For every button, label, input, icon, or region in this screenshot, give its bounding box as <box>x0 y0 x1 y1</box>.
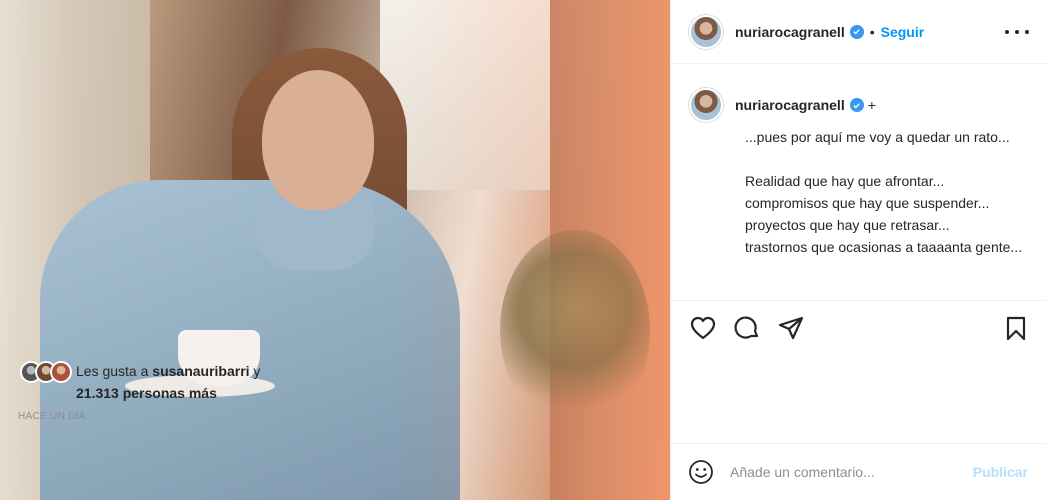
liker-username[interactable]: susanauribarri <box>152 363 249 379</box>
separator-dot: • <box>869 23 875 40</box>
author-avatar[interactable] <box>689 14 723 49</box>
likes-text: Les gusta a susanauribarri y 21.313 pers… <box>76 360 260 404</box>
caption-avatar[interactable] <box>689 88 723 122</box>
more-options-icon[interactable] <box>1005 22 1029 42</box>
post-timestamp[interactable]: Hace un día <box>18 411 86 422</box>
caption-username[interactable]: nuriarocagranell <box>735 97 845 113</box>
caption-text: ...pues por aquí me voy a quedar un rato… <box>745 129 1023 255</box>
caption-area: nuriarocagranell + ...pues por aquí me v… <box>671 64 1046 300</box>
heart-icon[interactable] <box>689 314 717 342</box>
post-side-panel: nuriarocagranell • Seguir nuriarocagrane… <box>670 0 1046 500</box>
likes-summary: Les gusta a susanauribarri y 21.313 pers… <box>20 360 360 404</box>
likes-joiner: y <box>249 363 261 379</box>
verified-badge-icon <box>849 24 864 39</box>
action-bar <box>671 300 1046 360</box>
caption-plus: + <box>867 97 876 113</box>
add-comment-bar: Publicar <box>670 443 1046 500</box>
emoji-icon[interactable] <box>688 459 714 485</box>
caption-header: nuriarocagranell + <box>689 88 1029 122</box>
post-photo[interactable] <box>0 0 670 500</box>
liker-avatars[interactable] <box>20 361 76 385</box>
follow-button[interactable]: Seguir <box>881 24 925 40</box>
share-icon[interactable] <box>777 314 805 342</box>
likes-prefix: Les gusta a <box>76 363 153 379</box>
publish-button[interactable]: Publicar <box>973 464 1028 480</box>
post-header: nuriarocagranell • Seguir <box>671 0 1046 64</box>
verified-badge-icon <box>849 98 864 112</box>
comment-input[interactable] <box>730 464 973 480</box>
save-icon[interactable] <box>1002 314 1030 342</box>
comment-icon[interactable] <box>733 314 761 342</box>
likes-count-link[interactable]: 21.313 personas más <box>76 385 217 401</box>
author-username[interactable]: nuriarocagranell <box>735 24 845 40</box>
light-leak <box>0 0 670 500</box>
